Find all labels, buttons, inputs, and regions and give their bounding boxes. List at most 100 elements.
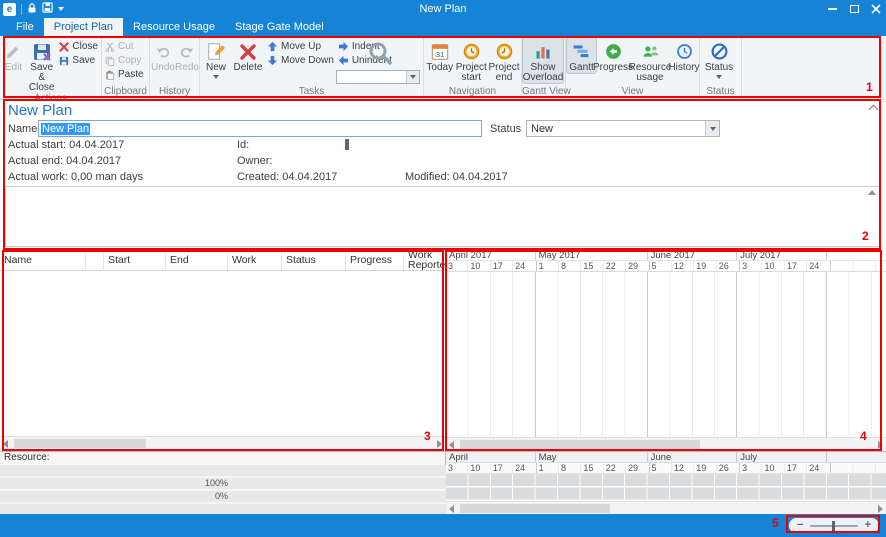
close-button[interactable]: Close (57, 41, 100, 52)
id-field: Id: (237, 139, 249, 151)
cut-button[interactable]: Cut (103, 41, 146, 52)
scroll-left-icon[interactable] (1, 438, 10, 450)
scissors-icon (105, 42, 115, 52)
project-start-button[interactable]: Project start (455, 38, 488, 83)
save-button[interactable]: Save (57, 55, 100, 66)
gantt-scroll-thumb[interactable] (460, 440, 700, 449)
gantt-view-button[interactable]: Gantt (567, 38, 596, 73)
gantt-week: 3 (740, 261, 762, 271)
move-up-button[interactable]: Move Up (265, 41, 336, 52)
resource-week: 26 (717, 463, 739, 473)
tab-file[interactable]: File (6, 18, 44, 36)
gantt-body-month (536, 272, 648, 437)
undo-icon (155, 40, 171, 63)
created-field: Created: 04.04.2017 (237, 171, 337, 183)
zoom-in-button[interactable]: + (865, 519, 871, 532)
close-icon (871, 4, 881, 14)
resource-week: 8 (559, 463, 581, 473)
history-view-button[interactable]: History (670, 38, 698, 73)
column-header-name[interactable]: Name (0, 250, 86, 270)
column-header-start[interactable]: Start (104, 250, 166, 270)
status-dropdown-button[interactable] (705, 121, 719, 136)
maximize-button[interactable] (847, 2, 861, 16)
status-button[interactable]: Status (701, 38, 737, 79)
undo-button[interactable]: Undo (151, 38, 175, 73)
arrow-up-icon (267, 41, 278, 52)
delete-task-button[interactable]: Delete (231, 38, 265, 73)
column-header-end[interactable]: End (166, 250, 228, 270)
task-grid-hscrollbar[interactable] (0, 436, 445, 450)
column-header-status[interactable]: Status (282, 250, 346, 270)
gantt-body-month (648, 272, 738, 437)
move-down-button[interactable]: Move Down (265, 55, 336, 66)
edit-button[interactable]: Edit (1, 38, 26, 73)
notes-textarea[interactable] (5, 186, 881, 247)
name-row: Name New Plan Status New (8, 120, 720, 137)
modified-value: 04.04.2017 (453, 171, 508, 183)
column-header-work[interactable]: Work (228, 250, 282, 270)
zoom-control[interactable]: − + (789, 518, 879, 533)
close-window-button[interactable] (869, 2, 883, 16)
resource-week: 19 (694, 463, 716, 473)
collapse-form-chevron-icon[interactable] (869, 105, 879, 115)
created-value: 04.04.2017 (282, 171, 337, 183)
column-header-work-reported[interactable]: Work Reported (404, 250, 445, 270)
maximize-icon (850, 5, 859, 13)
group-label-view: View (566, 86, 699, 99)
resource-usage-view-button[interactable]: Resource usage (630, 38, 670, 83)
column-header-progress[interactable]: Progress (346, 250, 404, 270)
task-grid-scroll-thumb[interactable] (14, 439, 146, 448)
resource-scroll-thumb[interactable] (460, 504, 610, 513)
gantt-body-month (737, 272, 827, 437)
resource-month-header: April May June July (446, 452, 886, 463)
ribbon-group-view: Gantt Progress Resource usage (566, 36, 700, 99)
scroll-right-icon[interactable] (435, 438, 444, 450)
gantt-week-header: 3 10 17 24 1 8 15 22 29 5 12 19 26 (446, 261, 886, 272)
resource-label: Resource: (4, 452, 50, 464)
save-and-close-button[interactable]: Save & Close (26, 38, 57, 93)
paste-button[interactable]: Paste (103, 69, 146, 80)
column-header-icon[interactable] (86, 250, 104, 270)
tab-resource-usage[interactable]: Resource Usage (123, 18, 225, 36)
gantt-hscrollbar[interactable] (446, 437, 886, 451)
resource-month-filler (827, 452, 886, 462)
gantt-week-filler (831, 261, 886, 271)
scroll-right-icon[interactable] (876, 439, 885, 451)
notes-scroll-up-icon[interactable] (868, 190, 876, 195)
resource-left-pane: Resource: 100% 0% (0, 452, 446, 515)
minimize-icon (828, 8, 837, 10)
tab-project-plan[interactable]: Project Plan (44, 18, 123, 36)
new-task-button[interactable]: New (201, 38, 231, 79)
resource-panel: Resource: 100% 0% April May June July 3 … (0, 451, 886, 514)
zoom-slider-thumb[interactable] (832, 521, 835, 531)
combo-dropdown-button[interactable] (406, 71, 419, 83)
edit-icon (4, 40, 22, 63)
redo-icon (179, 40, 195, 63)
zoom-out-button[interactable]: − (797, 519, 803, 532)
name-input[interactable]: New Plan (38, 120, 482, 137)
ribbon-spacer (742, 36, 886, 99)
group-label-tasks: Tasks (200, 86, 423, 99)
status-combobox[interactable]: New (526, 120, 720, 137)
zoom-slider[interactable] (810, 525, 857, 527)
task-filter-combobox[interactable] (336, 70, 420, 84)
scroll-left-icon[interactable] (447, 439, 456, 451)
search-icon[interactable] (367, 40, 393, 69)
progress-view-button[interactable]: Progress (596, 38, 630, 73)
window-title: New Plan (0, 0, 886, 18)
show-overload-button[interactable]: Show Overload (523, 38, 563, 83)
task-grid-body[interactable] (0, 271, 445, 436)
status-value: New (531, 123, 553, 135)
resource-hscrollbar[interactable] (446, 501, 886, 515)
redo-button[interactable]: Redo (175, 38, 199, 73)
resource-week: 17 (785, 463, 807, 473)
bar-chart-icon (534, 40, 552, 63)
copy-button[interactable]: Copy (103, 55, 146, 66)
resource-month: May (536, 452, 648, 462)
gantt-month-header: April 2017 May 2017 June 2017 July 2017 (446, 250, 886, 261)
tab-stage-gate-model[interactable]: Stage Gate Model (225, 18, 334, 36)
minimize-button[interactable] (825, 2, 839, 16)
today-button[interactable]: 31 Today (425, 38, 455, 73)
project-end-button[interactable]: Project end (488, 38, 520, 83)
gantt-body[interactable] (446, 272, 886, 437)
